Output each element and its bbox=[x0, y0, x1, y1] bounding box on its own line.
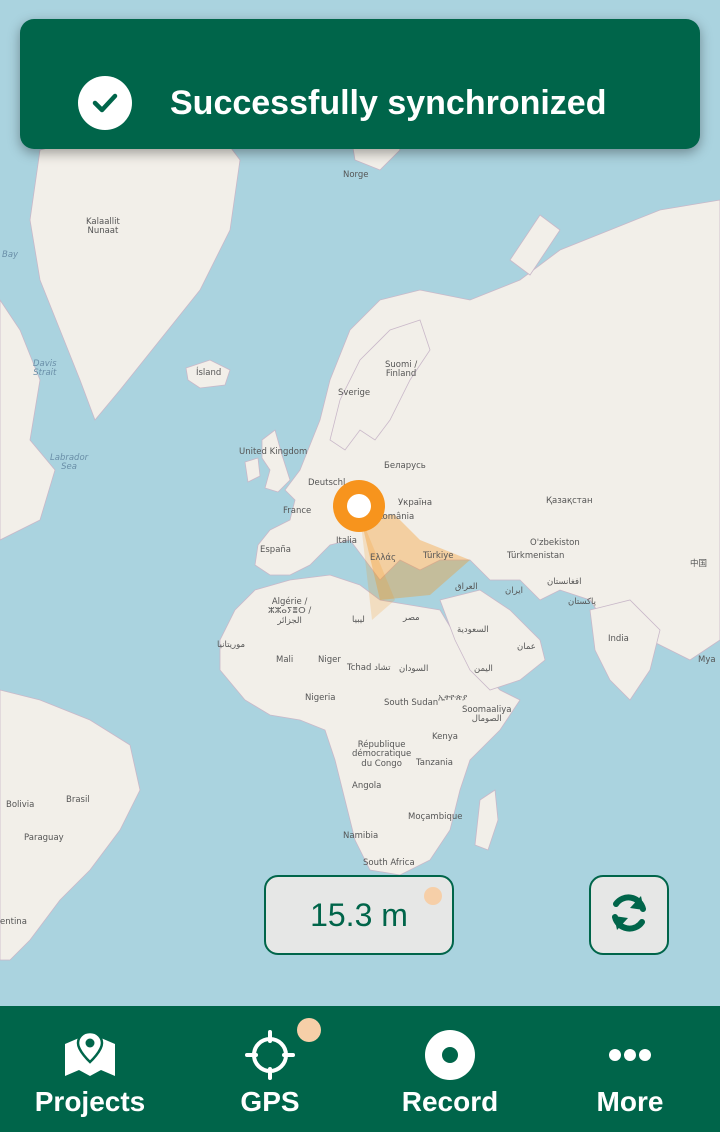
map-label: ليبيا bbox=[352, 615, 365, 625]
map-label: Norge bbox=[343, 170, 369, 180]
map-label: Україна bbox=[398, 498, 433, 508]
nav-more[interactable]: More bbox=[540, 1006, 720, 1132]
gps-accuracy-value: 15.3 m bbox=[310, 896, 408, 933]
map-label: Davis Strait bbox=[33, 359, 57, 379]
map-label: O'zbekiston bbox=[530, 538, 580, 548]
map-label: Brasil bbox=[66, 795, 90, 805]
map-label: Bolivia bbox=[6, 800, 35, 810]
map-label: Ísland bbox=[196, 368, 222, 378]
map-label: السعودية bbox=[457, 625, 489, 635]
check-circle-icon bbox=[78, 76, 132, 130]
map-label: Tanzania bbox=[416, 758, 454, 768]
map-label: Niger bbox=[318, 655, 341, 665]
map-label: Türkmenistan bbox=[507, 551, 565, 561]
map-label: Moçambique bbox=[408, 812, 463, 822]
gps-status-dot bbox=[297, 1018, 321, 1042]
map-label: پاکستان bbox=[568, 597, 596, 607]
map-label: Türkiye bbox=[423, 551, 454, 561]
gps-accuracy-indicator[interactable]: 15.3 m bbox=[264, 875, 454, 955]
map-label: España bbox=[260, 545, 291, 555]
sync-icon bbox=[606, 890, 652, 941]
map-label: عمان bbox=[517, 642, 536, 652]
nav-projects[interactable]: Projects bbox=[0, 1006, 180, 1132]
record-icon bbox=[424, 1028, 476, 1082]
map-label: العراق bbox=[455, 582, 478, 592]
map-label: ایران bbox=[505, 586, 524, 596]
map-label: Bay bbox=[2, 250, 19, 260]
map-label: Ελλάς bbox=[370, 553, 397, 563]
map-label: مصر bbox=[403, 613, 420, 623]
map-label: Angola bbox=[352, 781, 382, 791]
map-pin-icon bbox=[63, 1028, 117, 1082]
sync-success-toast[interactable]: Successfully synchronized bbox=[20, 19, 700, 149]
map-label: Mali bbox=[276, 655, 294, 665]
map-label: Namibia bbox=[343, 831, 379, 841]
map-label: Tchad تشاد bbox=[347, 663, 391, 673]
map-label: Mya bbox=[698, 655, 716, 665]
map-label: Қазақстан bbox=[546, 496, 593, 506]
map-label: Kalaallit Nunaat bbox=[86, 217, 120, 237]
nav-gps[interactable]: GPS bbox=[180, 1006, 360, 1132]
map-label: India bbox=[608, 634, 629, 644]
map-label: ኢትዮጵያ bbox=[438, 693, 468, 703]
map-view[interactable]: Norge Kalaallit Nunaat Bay Davis Strait … bbox=[0, 0, 720, 1006]
map-label: Paraguay bbox=[24, 833, 64, 843]
map-label: South Sudan bbox=[384, 698, 439, 708]
gps-status-dot bbox=[424, 887, 442, 905]
toast-message: Successfully synchronized bbox=[170, 84, 607, 122]
map-label: السودان bbox=[399, 664, 429, 674]
location-marker-center bbox=[347, 494, 371, 518]
more-dots-icon bbox=[608, 1028, 652, 1082]
map-label: République démocratique du Congo bbox=[352, 740, 412, 769]
map-label: France bbox=[283, 506, 312, 516]
location-marker[interactable] bbox=[333, 480, 385, 532]
map-label: Suomi / Finland bbox=[385, 360, 418, 380]
crosshair-icon bbox=[245, 1028, 295, 1082]
nav-projects-label: Projects bbox=[34, 1086, 146, 1117]
map-label: South Africa bbox=[363, 858, 415, 868]
map-label: Sverige bbox=[338, 388, 371, 398]
map-label: Nigeria bbox=[305, 693, 336, 703]
map-label: Беларусь bbox=[384, 461, 426, 471]
map-label: United Kingdom bbox=[239, 447, 308, 457]
map-label: اليمن bbox=[474, 664, 493, 674]
map-label: Soomaaliya الصومال bbox=[462, 705, 512, 725]
map-label: Kenya bbox=[432, 732, 459, 742]
nav-record-label: Record bbox=[401, 1086, 499, 1117]
map-label: Algérie / ⵣⵣⴰⵢⴻⵔ / الجزائر bbox=[268, 597, 312, 626]
map-label: 中国 bbox=[690, 559, 708, 569]
map-label: Italia bbox=[336, 536, 357, 546]
sync-button[interactable] bbox=[589, 875, 669, 955]
map-label: افغانستان bbox=[547, 577, 582, 587]
map-label: موريتانيا bbox=[217, 640, 246, 650]
nav-record[interactable]: Record bbox=[360, 1006, 540, 1132]
bottom-navigation: Projects GPS Record More bbox=[0, 1006, 720, 1132]
map-label: entina bbox=[0, 917, 27, 927]
nav-gps-label: GPS bbox=[240, 1086, 300, 1117]
map-label: Labrador Sea bbox=[50, 453, 89, 473]
nav-more-label: More bbox=[596, 1086, 664, 1117]
